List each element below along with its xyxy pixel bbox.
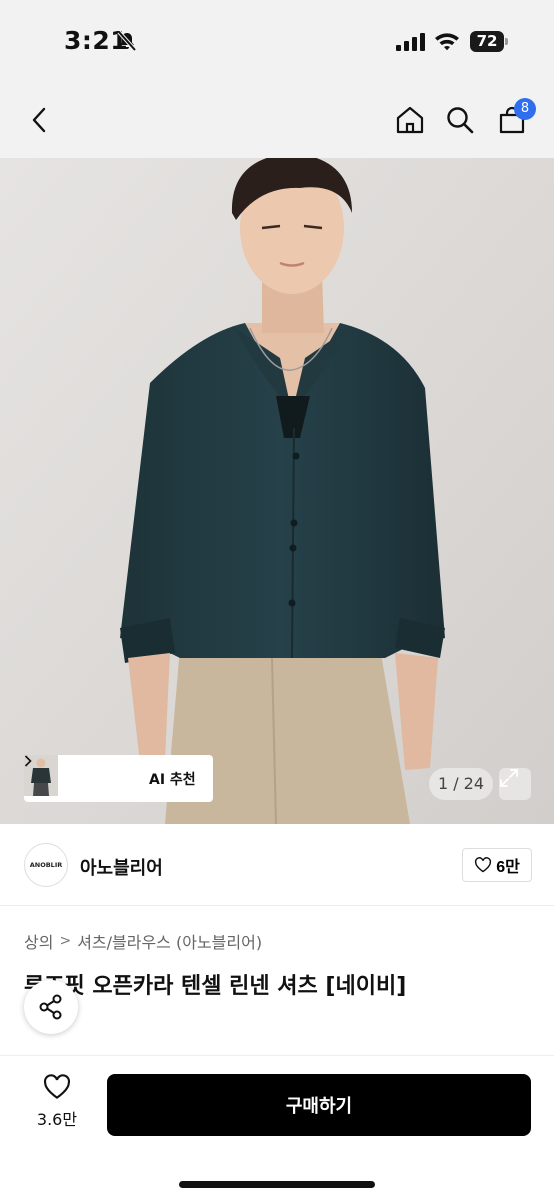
breadcrumb-item[interactable]: 상의 <box>24 929 53 953</box>
ai-recommend-label: AI 추천 <box>149 771 196 788</box>
wifi-icon <box>435 33 459 51</box>
battery-icon: 72 <box>470 31 508 52</box>
product-image-gallery[interactable]: AI 추천 1 / 24 <box>0 158 554 824</box>
product-photo <box>0 158 554 824</box>
home-icon <box>396 106 424 134</box>
status-bar: 3:21 72 <box>0 0 554 84</box>
battery-tip <box>505 38 508 45</box>
product-title: 루즈핏 오픈카라 텐셀 린넨 셔츠 [네이비] <box>24 974 407 999</box>
wishlist-count: 3.6만 <box>36 1110 78 1129</box>
breadcrumb-item[interactable]: 셔츠/블라우스 (아노블리어) <box>77 929 262 953</box>
chevron-right-icon <box>24 755 32 767</box>
brand-like-button[interactable]: 6만 <box>462 848 532 882</box>
breadcrumb: 상의 > 셔츠/블라우스 (아노블리어) <box>24 929 262 953</box>
buy-button[interactable]: 구매하기 <box>107 1074 531 1136</box>
image-page-counter: 1 / 24 <box>429 768 493 800</box>
home-button[interactable] <box>390 100 430 140</box>
ai-recommend-strip[interactable]: AI 추천 <box>24 755 213 802</box>
expand-icon <box>500 769 518 787</box>
heart-icon <box>43 1074 71 1099</box>
brand-like-count: 6만 <box>496 859 520 876</box>
search-button[interactable] <box>440 100 480 140</box>
bottom-action-bar: 3.6만 구매하기 <box>0 1055 554 1200</box>
brand-logo[interactable]: ANOBLIR <box>24 843 68 887</box>
thumbnail-image[interactable] <box>24 755 99 799</box>
heart-icon <box>475 857 492 873</box>
search-icon <box>447 107 474 134</box>
home-indicator <box>179 1181 375 1188</box>
cart-button[interactable]: 8 <box>492 98 536 140</box>
thumbnail-image[interactable] <box>24 755 137 799</box>
brand-name[interactable]: 아노블리어 <box>80 854 163 880</box>
expand-image-button[interactable] <box>499 768 531 800</box>
back-button[interactable] <box>20 100 60 140</box>
ai-recommend-button[interactable]: AI 추천 <box>24 755 196 789</box>
cart-badge: 8 <box>514 98 536 120</box>
signal-icon <box>396 33 425 51</box>
bell-slash-icon <box>117 30 137 52</box>
share-button[interactable] <box>24 980 78 1034</box>
app-header: 8 <box>0 84 554 158</box>
chevron-left-icon <box>32 107 46 133</box>
wishlist-button[interactable]: 3.6만 <box>22 1074 92 1138</box>
share-icon <box>39 994 62 1020</box>
brand-row[interactable]: ANOBLIR 아노블리어 6만 <box>0 824 554 906</box>
breadcrumb-separator-icon: > <box>59 933 72 949</box>
battery-level: 72 <box>470 31 504 52</box>
